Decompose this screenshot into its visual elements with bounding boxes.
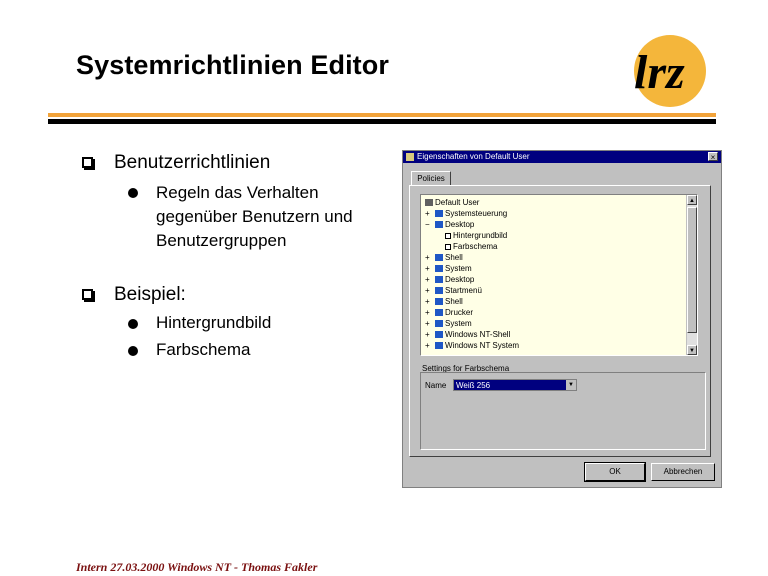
round-bullet-icon (128, 346, 138, 356)
book-icon (435, 276, 443, 284)
cancel-button[interactable]: Abbrechen (651, 463, 715, 481)
tree-item-label: System (445, 319, 472, 328)
tree-item[interactable]: Windows NT-Shell (435, 329, 510, 340)
tree-item-label: Startmenü (445, 286, 482, 295)
scroll-thumb[interactable] (687, 207, 697, 333)
root-icon (425, 199, 433, 207)
book-icon (435, 309, 443, 317)
tree-scrollbar[interactable]: ▲ ▼ (686, 195, 697, 355)
tree-item-label: Hintergrundbild (453, 231, 508, 240)
orange-rule (48, 113, 716, 117)
ok-button[interactable]: OK (584, 462, 646, 482)
tree-expander-icon[interactable]: − (425, 219, 430, 230)
sub-bullet-line: Benutzergruppen (156, 231, 287, 250)
properties-dialog: Eigenschaften von Default User × Policie… (402, 150, 722, 488)
tree-expander-icon[interactable]: + (425, 285, 430, 296)
name-label: Name (425, 381, 447, 390)
sub-bullet-text: Farbschema (156, 340, 251, 359)
scroll-up-icon[interactable]: ▲ (687, 195, 697, 205)
bullet-text: Beispiel: (114, 284, 186, 305)
tree-item-label: Shell (445, 253, 463, 262)
tree-expander-icon[interactable]: + (425, 340, 430, 351)
book-icon (435, 298, 443, 306)
book-icon (435, 265, 443, 273)
book-icon (435, 342, 443, 350)
tree-item-label: System (445, 264, 472, 273)
tree-item[interactable]: Shell (435, 296, 463, 307)
tree-item[interactable]: Windows NT System (435, 340, 519, 351)
tree-item[interactable]: Default User (425, 197, 479, 208)
scroll-down-icon[interactable]: ▼ (687, 345, 697, 355)
book-icon (435, 320, 443, 328)
tree-item-label: Windows NT System (445, 341, 520, 350)
round-bullet-icon (128, 188, 138, 198)
tree-expander-icon[interactable]: + (425, 329, 430, 340)
tree-item[interactable]: Drucker (435, 307, 473, 318)
square-bullet-icon (82, 157, 93, 168)
black-rule (48, 119, 716, 124)
policies-panel: ▲ ▼ Default User + Systemsteuerung − Desktop… (409, 185, 711, 457)
book-icon (435, 210, 443, 218)
tree-item-label: Shell (445, 297, 463, 306)
slide-footer: Intern 27.03.2000 Windows NT - Thomas Fa… (76, 560, 318, 574)
sub-bullet-text: Regeln das Verhalten gegenüber Benutzern… (156, 181, 353, 253)
tree-expander-icon[interactable]: + (425, 252, 430, 263)
checkbox-icon[interactable] (445, 243, 451, 250)
tree-item[interactable]: Startmenü (435, 285, 482, 296)
tree-expander-icon[interactable]: + (425, 263, 430, 274)
dialog-title: Eigenschaften von Default User (417, 152, 530, 161)
lrz-logo: lrz (634, 35, 706, 107)
tree-item-label: Farbschema (453, 242, 498, 251)
tree-item[interactable]: Farbschema (445, 241, 497, 252)
square-bullet-icon (82, 289, 93, 300)
tree-item[interactable]: System (435, 318, 472, 329)
chevron-down-icon[interactable]: ▼ (566, 380, 576, 390)
tree-item-label: Drucker (445, 308, 474, 317)
book-icon (435, 221, 443, 229)
tree-item[interactable]: Hintergrundbild (445, 230, 507, 241)
slide-title: Systemrichtlinien Editor (76, 50, 389, 80)
tree-expander-icon[interactable]: + (425, 296, 430, 307)
tree-item-label: Desktop (445, 275, 475, 284)
checkbox-icon[interactable] (445, 232, 451, 239)
tree-item[interactable]: Systemsteuerung (435, 208, 507, 219)
book-icon (435, 287, 443, 295)
tree-item-label: Default User (435, 198, 480, 207)
tab-policies[interactable]: Policies (411, 171, 451, 185)
tree-item-label: Systemsteuerung (445, 209, 508, 218)
bullet-text: Benutzerrichtlinien (114, 152, 271, 173)
tree-item[interactable]: Desktop (435, 274, 474, 285)
tree-item[interactable]: System (435, 263, 472, 274)
dialog-titlebar: Eigenschaften von Default User × (403, 151, 721, 163)
tree-expander-icon[interactable]: + (425, 274, 430, 285)
tree-expander-icon[interactable]: + (425, 318, 430, 329)
tree-expander-icon[interactable]: + (425, 307, 430, 318)
sub-bullet-line: gegenüber Benutzern und (156, 207, 353, 226)
book-icon (435, 254, 443, 262)
tree-item-label: Desktop (445, 220, 475, 229)
app-icon (406, 153, 414, 161)
tree-expander-icon[interactable]: + (425, 208, 430, 219)
round-bullet-icon (128, 319, 138, 329)
tree-item[interactable]: Desktop (435, 219, 474, 230)
name-select[interactable]: Weiß 256 ▼ (453, 379, 577, 391)
settings-group: Name Weiß 256 ▼ (420, 372, 706, 450)
tree-item-label: Windows NT-Shell (445, 330, 511, 339)
logo-text: lrz (634, 46, 685, 99)
tree-item[interactable]: Shell (435, 252, 463, 263)
close-icon[interactable]: × (708, 152, 718, 162)
name-select-value: Weiß 256 (456, 381, 491, 390)
policy-tree: ▲ ▼ Default User + Systemsteuerung − Desktop… (420, 194, 698, 356)
sub-bullet-text: Hintergrundbild (156, 313, 272, 332)
book-icon (435, 331, 443, 339)
sub-bullet-line: Regeln das Verhalten (156, 183, 319, 202)
